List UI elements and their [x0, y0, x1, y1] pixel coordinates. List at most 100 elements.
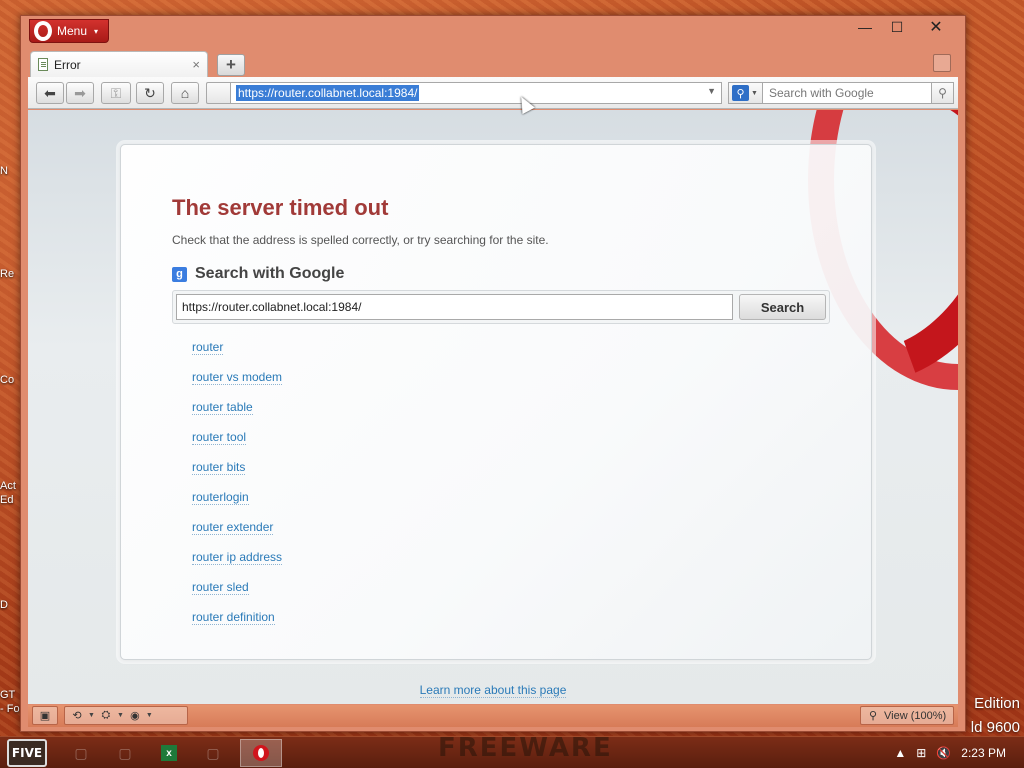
list-item: router extender [192, 516, 282, 546]
list-item: router bits [192, 456, 282, 486]
suggestion-link[interactable]: router bits [192, 460, 246, 475]
list-item: router definition [192, 606, 282, 636]
app-icon: ▢ [74, 744, 88, 761]
suggestion-link[interactable]: router table [192, 400, 253, 415]
learn-more-link[interactable]: Learn more about this page [419, 683, 567, 698]
arrow-left-icon: ⬅ [44, 84, 56, 101]
opera-menu-button[interactable]: Menu ▾ [29, 19, 109, 43]
list-item: router [192, 336, 282, 366]
key-button[interactable]: ⚿ [101, 82, 131, 104]
taskbar-excel[interactable]: x [148, 739, 190, 767]
reload-button[interactable]: ↻ [136, 82, 164, 104]
opera-logo-icon [34, 21, 52, 41]
network-icon[interactable]: ⊞ [916, 746, 926, 760]
google-search-input[interactable]: https://router.collabnet.local:1984/ [176, 294, 733, 320]
search-heading-label: Search with Google [195, 265, 345, 282]
desktop-icon-label[interactable]: Ed [0, 494, 22, 506]
search-engine-selector[interactable]: ⚲ ▼ [728, 82, 762, 104]
search-icon[interactable]: ⚲ [932, 82, 954, 104]
magnifier-icon: ⚲ [868, 710, 878, 722]
search-heading: g Search with Google [172, 265, 344, 283]
list-item: router sled [192, 576, 282, 606]
list-item: router vs modem [192, 366, 283, 396]
start-logo: FIVE [7, 739, 47, 767]
error-card: The server timed out Check that the addr… [120, 144, 872, 660]
suggestion-link[interactable]: router [192, 340, 224, 355]
new-tab-button[interactable]: + [217, 54, 245, 76]
suggestion-list: router router vs modem router table rout… [192, 336, 283, 636]
close-window-button[interactable]: ✕ [913, 16, 959, 38]
browser-window: Menu ▾ — ☐ ✕ Error × + ⬅ ➡ ⚿ ↻ ⌂ https:/… [20, 15, 966, 732]
taskbar-item[interactable]: ▢ [60, 739, 102, 767]
turbo-icon[interactable]: ◉ [128, 709, 142, 723]
desktop-icon-label[interactable]: GT [0, 689, 22, 701]
maximize-button[interactable]: ☐ [881, 16, 913, 38]
panel-toggle-icon[interactable] [933, 54, 951, 72]
tab-error[interactable]: Error × [30, 51, 208, 77]
status-tools: ⟲ ▼ ⛭ ▼ ◉ ▼ [64, 706, 188, 725]
desktop-icon-label[interactable]: N [0, 165, 22, 177]
taskbar: FIVE ▢ ▢ x ▢ FREEWARE ▲ ⊞ 🔇 2:23 PM [0, 736, 1024, 768]
chevron-down-icon: ▼ [751, 89, 758, 97]
suggestion-link[interactable]: routerlogin [192, 490, 249, 505]
suggestion-link[interactable]: router ip address [192, 550, 283, 565]
freeware-watermark: FREEWARE [438, 737, 613, 757]
chevron-down-icon[interactable]: ▼ [117, 712, 124, 719]
document-icon [38, 58, 48, 71]
list-item: router table [192, 396, 282, 426]
chevron-down-icon[interactable]: ▼ [146, 712, 153, 719]
toolbar-search: ⚲ ▼ Search with Google ⚲ [728, 82, 954, 104]
suggestion-link[interactable]: router vs modem [192, 370, 283, 385]
zoom-label: View (100%) [884, 709, 947, 722]
clock[interactable]: 2:23 PM [961, 746, 1006, 760]
unite-icon[interactable]: ⛭ [99, 709, 113, 723]
chevron-down-icon[interactable]: ▼ [88, 712, 95, 719]
desktop-icon-label[interactable]: Act [0, 480, 22, 492]
panel-button[interactable]: ▣ [32, 706, 58, 725]
home-icon: ⌂ [180, 85, 190, 101]
list-item: routerlogin [192, 486, 282, 516]
volume-muted-icon[interactable]: 🔇 [936, 746, 951, 760]
arrow-right-icon: ➡ [74, 84, 86, 101]
home-button[interactable]: ⌂ [171, 82, 199, 104]
google-search-form: https://router.collabnet.local:1984/ Sea… [172, 290, 830, 324]
minimize-button[interactable]: — [849, 16, 881, 38]
list-item: router tool [192, 426, 282, 456]
search-engine-icon: ⚲ [732, 85, 749, 101]
desktop-icon-label[interactable]: - Fo [0, 703, 22, 715]
suggestion-link[interactable]: router tool [192, 430, 247, 445]
windows-edition-text: Edition [974, 695, 1020, 712]
chevron-down-icon[interactable]: ▼ [707, 86, 716, 96]
suggestion-link[interactable]: router sled [192, 580, 249, 595]
desktop-icon-label[interactable]: Re [0, 268, 22, 280]
tab-title: Error [54, 57, 81, 72]
address-field[interactable]: https://router.collabnet.local:1984/ ▼ [230, 82, 722, 104]
start-button[interactable]: FIVE [4, 738, 50, 768]
status-bar: ▣ ⟲ ▼ ⛭ ▼ ◉ ▼ ⚲ View (100%) [28, 705, 958, 727]
forward-button[interactable]: ➡ [66, 82, 94, 104]
site-info-icon[interactable] [206, 82, 230, 104]
back-button[interactable]: ⬅ [36, 82, 64, 104]
app-icon: ▢ [118, 744, 132, 761]
list-item: router ip address [192, 546, 283, 576]
search-button[interactable]: Search [739, 294, 826, 320]
panel-icon: ▣ [39, 710, 51, 722]
taskbar-opera[interactable] [240, 739, 282, 767]
address-url[interactable]: https://router.collabnet.local:1984/ [236, 85, 420, 101]
sync-icon[interactable]: ⟲ [70, 709, 84, 723]
toolbar-search-input[interactable]: Search with Google [762, 82, 932, 104]
taskbar-item[interactable]: ▢ [192, 739, 234, 767]
desktop-icon-label[interactable]: Co [0, 374, 22, 386]
suggestion-link[interactable]: router extender [192, 520, 274, 535]
taskbar-item[interactable]: ▢ [104, 739, 146, 767]
zoom-control[interactable]: ⚲ View (100%) [860, 706, 954, 725]
error-description: Check that the address is spelled correc… [172, 233, 549, 247]
title-bar[interactable]: Menu ▾ — ☐ ✕ [21, 16, 965, 48]
suggestion-link[interactable]: router definition [192, 610, 275, 625]
chevron-up-icon[interactable]: ▲ [894, 746, 906, 760]
close-tab-icon[interactable]: × [192, 57, 200, 72]
menu-label: Menu [57, 24, 88, 38]
desktop-icon-label[interactable]: D [0, 599, 22, 611]
navigation-toolbar: ⬅ ➡ ⚿ ↻ ⌂ https://router.collabnet.local… [28, 77, 958, 109]
excel-icon: x [161, 745, 177, 761]
